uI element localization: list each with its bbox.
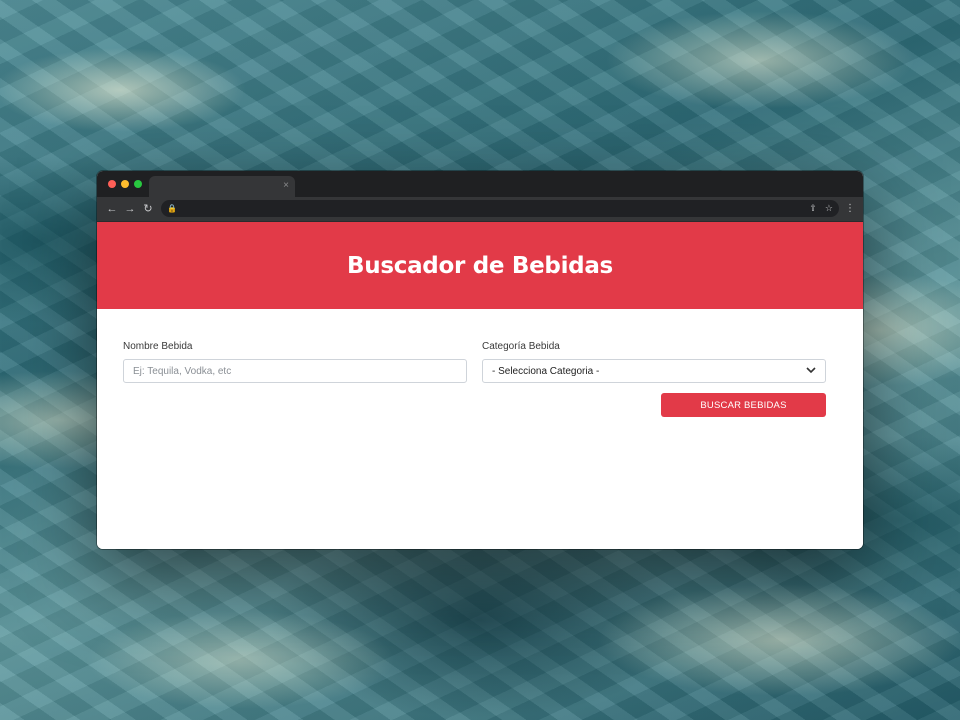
tab-strip: ×	[97, 171, 863, 197]
page-viewport: Buscador de Bebidas Nombre Bebida Catego…	[97, 222, 863, 549]
name-field-group: Nombre Bebida	[123, 341, 467, 383]
category-field-group: Categoría Bebida - Selecciona Categoria …	[482, 341, 826, 383]
back-arrow-icon[interactable]: ←	[105, 201, 119, 217]
forward-arrow-icon[interactable]: →	[123, 201, 137, 217]
reload-icon[interactable]: ↻	[141, 201, 155, 217]
category-select[interactable]: - Selecciona Categoria -	[482, 359, 826, 383]
maximize-window-button[interactable]	[134, 180, 142, 188]
drink-name-input[interactable]	[123, 359, 467, 383]
address-bar-actions: ⇪ ☆	[809, 201, 833, 216]
category-selected-value: - Selecciona Categoria -	[492, 365, 600, 377]
browser-tab[interactable]: ×	[149, 176, 295, 197]
minimize-window-button[interactable]	[121, 180, 129, 188]
form-row: Nombre Bebida Categoría Bebida - Selecci…	[123, 341, 826, 383]
kebab-menu-icon[interactable]: ⋮	[845, 201, 855, 217]
name-label: Nombre Bebida	[123, 341, 193, 352]
lock-icon: 🔒	[167, 204, 177, 213]
page-header: Buscador de Bebidas	[97, 222, 863, 309]
category-label: Categoría Bebida	[482, 341, 560, 352]
search-form: Nombre Bebida Categoría Bebida - Selecci…	[97, 309, 863, 417]
search-drinks-button[interactable]: BUSCAR BEBIDAS	[661, 393, 826, 417]
star-icon[interactable]: ☆	[825, 201, 833, 216]
tab-close-icon[interactable]: ×	[283, 179, 289, 193]
close-window-button[interactable]	[108, 180, 116, 188]
nav-buttons: ← → ↻	[105, 201, 155, 217]
page-title: Buscador de Bebidas	[347, 252, 613, 279]
share-icon[interactable]: ⇪	[809, 201, 817, 216]
chevron-down-icon	[806, 366, 816, 376]
browser-toolbar: ← → ↻ 🔒 ⇪ ☆ ⋮	[97, 197, 863, 222]
window-controls	[108, 180, 142, 188]
browser-window: × ← → ↻ 🔒 ⇪ ☆ ⋮ Buscador de Bebidas Nomb…	[97, 171, 863, 549]
address-bar[interactable]: 🔒 ⇪ ☆	[161, 200, 839, 217]
form-actions: BUSCAR BEBIDAS	[123, 393, 826, 417]
